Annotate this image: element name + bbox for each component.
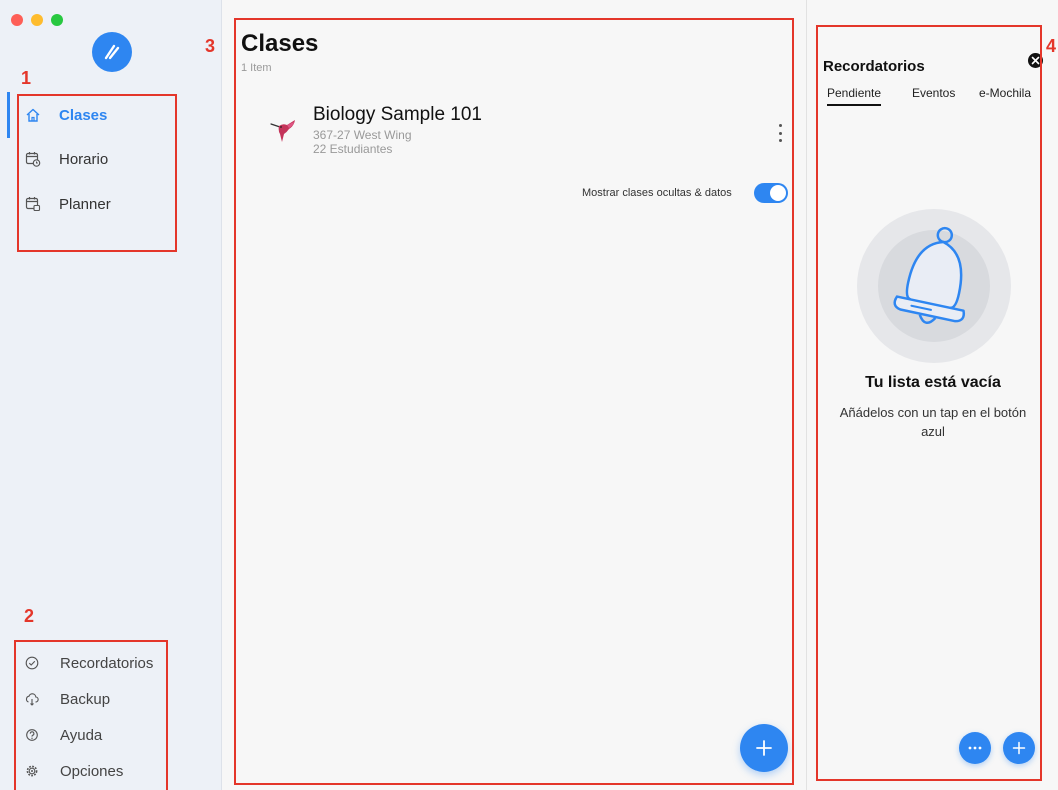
annotation-number-4: 4 (1046, 36, 1057, 56)
zoom-window-button[interactable] (51, 14, 63, 26)
annotation-box-1 (17, 94, 177, 252)
annotation-number-2: 2 (24, 606, 35, 626)
minimize-window-button[interactable] (31, 14, 43, 26)
annotation-number-3: 3 (205, 36, 216, 56)
close-window-button[interactable] (11, 14, 23, 26)
annotation-number-1: 1 (21, 68, 32, 88)
annotation-box-2 (14, 640, 168, 790)
annotation-box-4 (816, 25, 1042, 781)
active-nav-indicator (7, 92, 10, 138)
annotation-box-3 (234, 18, 794, 785)
app-logo-icon (92, 32, 132, 72)
window-controls (11, 14, 63, 26)
app-window: Clases Horario Planner Recordatorios Bac (0, 0, 1058, 790)
